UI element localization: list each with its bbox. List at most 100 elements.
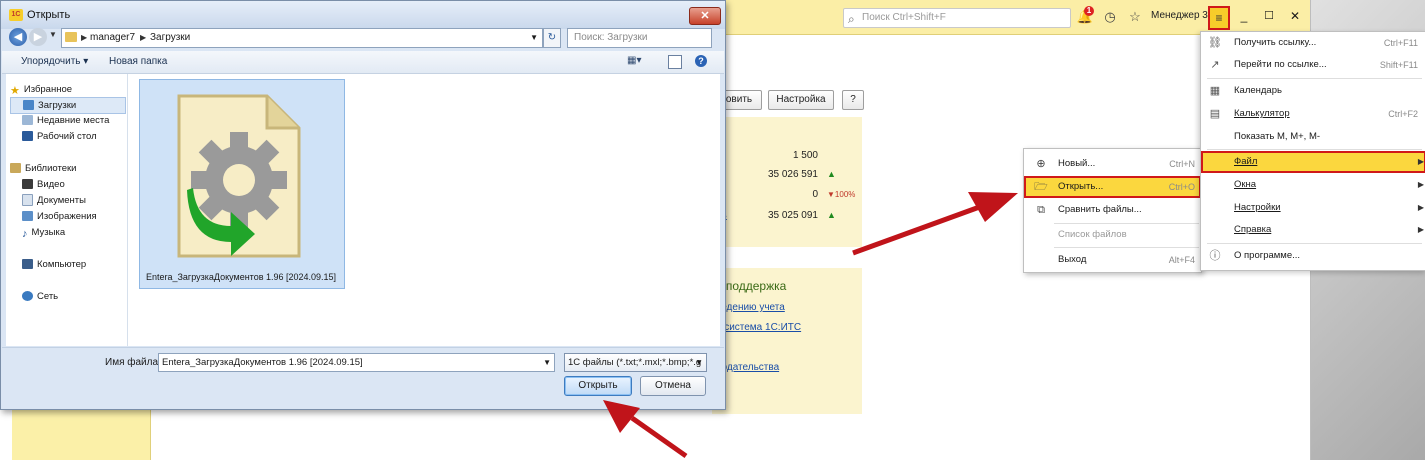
star-icon: ★ — [10, 85, 20, 98]
menu-item-help[interactable]: Справка ▶ — [1201, 219, 1425, 241]
hamburger-icon: ≡ — [1215, 11, 1223, 25]
filename-label: Имя файла: — [105, 357, 161, 368]
view-options-icon[interactable]: ▦▾ — [627, 55, 641, 67]
nav-favorites-header[interactable]: ★ Избранное — [10, 82, 72, 97]
stat-value: 1 500 — [792, 150, 818, 161]
menu-item-calculator[interactable]: ▤ Калькулятор Ctrl+F2 — [1201, 103, 1425, 125]
menu-item-open[interactable]: 🗁 Открыть... Ctrl+O — [1024, 176, 1201, 198]
favorites-star-icon[interactable]: ☆ — [1126, 8, 1144, 26]
menu-divider — [1207, 243, 1422, 244]
history-icon[interactable]: ◷ — [1101, 8, 1119, 26]
refresh-icon: ↻ — [547, 32, 557, 43]
search-icon: ⌕ — [848, 12, 855, 26]
follow-link-icon: ↗ — [1210, 59, 1220, 71]
support-link[interactable]: ведению учета — [716, 302, 785, 313]
nav-item-computer[interactable]: Компьютер — [22, 257, 86, 272]
menu-item-get-link[interactable]: ⛓ Получить ссылку... Ctrl+F11 — [1201, 32, 1425, 54]
menu-divider — [1207, 78, 1422, 79]
navigation-pane: ★ Избранное Загрузки Недавние места Рабоч… — [6, 74, 128, 346]
menu-item-follow-link[interactable]: ↗ Перейти по ссылке... Shift+F11 — [1201, 54, 1425, 76]
libraries-icon — [10, 163, 21, 174]
chevron-right-icon: ▶ — [140, 33, 147, 42]
organize-button[interactable]: Упорядочить ▾ — [21, 56, 88, 67]
main-menu-button[interactable]: ≡ — [1208, 6, 1230, 30]
chevron-down-icon[interactable]: ▼ — [543, 354, 551, 371]
nav-item-music[interactable]: ♪ Музыка — [22, 225, 65, 240]
maximize-button[interactable]: ☐ — [1261, 8, 1277, 24]
forward-arrow-icon[interactable]: ▶ — [29, 28, 47, 46]
menu-item-windows[interactable]: Окна ▶ — [1201, 174, 1425, 196]
menu-item-show-memory[interactable]: Показать M, M+, M- — [1201, 126, 1425, 148]
nav-item-desktop[interactable]: Рабочий стол — [22, 129, 97, 144]
dialog-close-button[interactable]: ✕ — [689, 7, 721, 25]
close-window-button[interactable]: ✕ — [1287, 8, 1303, 24]
address-bar[interactable]: ▶ manager7 ▶ Загрузки ▼ — [61, 28, 543, 48]
folder-search-input[interactable]: Поиск: Загрузки — [567, 28, 712, 48]
current-user-name[interactable]: Менеджер 32 — [1151, 10, 1213, 21]
chevron-down-icon[interactable]: ▼ — [530, 29, 538, 47]
documents-icon — [22, 194, 33, 207]
new-folder-button[interactable]: Новая папка — [109, 56, 167, 67]
cancel-button[interactable]: Отмена — [640, 376, 706, 396]
history-dropdown-icon[interactable]: ▼ — [49, 30, 57, 39]
nav-item-documents[interactable]: Документы — [22, 193, 86, 208]
stat-value: 0 — [812, 189, 818, 200]
chevron-down-icon: ▼ — [695, 358, 703, 367]
trend-up-icon: ▲ — [827, 210, 836, 220]
support-link[interactable]: я система 1С:ИТС — [716, 322, 801, 333]
menu-item-file-list: Список файлов — [1058, 229, 1127, 240]
main-menu: ⛓ Получить ссылку... Ctrl+F11 ↗ Перейти … — [1200, 31, 1425, 271]
dialog-title: Открыть — [27, 9, 71, 21]
dialog-titlebar — [1, 1, 725, 29]
minimize-button[interactable]: _ — [1236, 8, 1252, 24]
nav-item-downloads[interactable]: Загрузки — [10, 97, 126, 114]
close-icon: ✕ — [700, 10, 710, 22]
menu-divider — [1207, 149, 1422, 150]
global-search-input[interactable]: ⌕ Поиск Ctrl+Shift+F — [843, 8, 1071, 28]
submenu-arrow-icon: ▶ — [1417, 157, 1424, 166]
breadcrumb-item[interactable]: Загрузки — [150, 29, 190, 47]
preview-pane-icon[interactable] — [668, 55, 682, 69]
open-file-dialog: 1С Открыть ✕ ◀ ▶ ▼ ▶ manager7 ▶ Загрузки… — [0, 0, 726, 410]
images-icon — [22, 211, 33, 222]
open-button[interactable]: Открыть — [564, 376, 632, 396]
menu-divider — [1054, 247, 1199, 248]
stat-value: 35 025 091 — [767, 210, 818, 221]
music-icon: ♪ — [22, 228, 28, 241]
stat-value: 35 026 591 — [767, 169, 818, 180]
file-type-select[interactable]: 1С файлы (*.txt;*.mxl;*.bmp;*.g ▼ — [564, 353, 707, 372]
file-item-name: Entera_ЗагрузкаДокументов 1.96 [2024.09.… — [145, 272, 337, 282]
menu-item-about[interactable]: ⓘ О программе... — [1201, 245, 1425, 267]
data-processor-file-icon — [177, 94, 301, 258]
new-doc-icon: ⊕ — [1036, 158, 1046, 170]
link-icon: ⛓ — [1208, 37, 1222, 49]
breadcrumb-item[interactable]: manager7 — [90, 29, 135, 47]
info-icon: ⓘ — [1209, 250, 1221, 262]
nav-libraries-header[interactable]: Библиотеки — [10, 161, 76, 176]
filename-input[interactable]: Entera_ЗагрузкаДокументов 1.96 [2024.09.… — [158, 353, 555, 372]
nav-item-recent[interactable]: Недавние места — [22, 113, 109, 128]
nav-item-network[interactable]: Сеть — [22, 289, 58, 304]
calculator-icon: ▤ — [1209, 108, 1221, 120]
submenu-arrow-icon: ▶ — [1417, 180, 1424, 189]
menu-item-calendar[interactable]: ▦ Календарь — [1201, 80, 1425, 102]
submenu-arrow-icon: ▶ — [1417, 225, 1424, 234]
help-button[interactable]: ? — [842, 90, 864, 110]
menu-item-compare-files[interactable]: ⧉ Сравнить файлы... — [1024, 199, 1201, 221]
menu-item-new[interactable]: ⊕ Новый... Ctrl+N — [1024, 153, 1201, 175]
help-icon[interactable]: ? — [695, 55, 707, 67]
trend-down-badge: ▼100% — [827, 190, 856, 199]
nav-item-video[interactable]: Видео — [22, 177, 65, 192]
settings-button[interactable]: Настройка — [768, 90, 834, 110]
recent-places-icon — [22, 115, 33, 126]
notification-count-badge: 1 — [1084, 6, 1094, 16]
summary-panel — [712, 117, 862, 247]
menu-item-file[interactable]: Файл ▶ — [1201, 151, 1425, 173]
submenu-arrow-icon: ▶ — [1417, 203, 1424, 212]
menu-item-settings[interactable]: Настройки ▶ — [1201, 197, 1425, 219]
refresh-button[interactable]: ↻ — [543, 28, 561, 48]
folder-icon — [65, 32, 77, 42]
nav-item-images[interactable]: Изображения — [22, 209, 97, 224]
menu-item-exit[interactable]: Выход Alt+F4 — [1024, 249, 1201, 271]
back-arrow-icon[interactable]: ◀ — [9, 28, 27, 46]
